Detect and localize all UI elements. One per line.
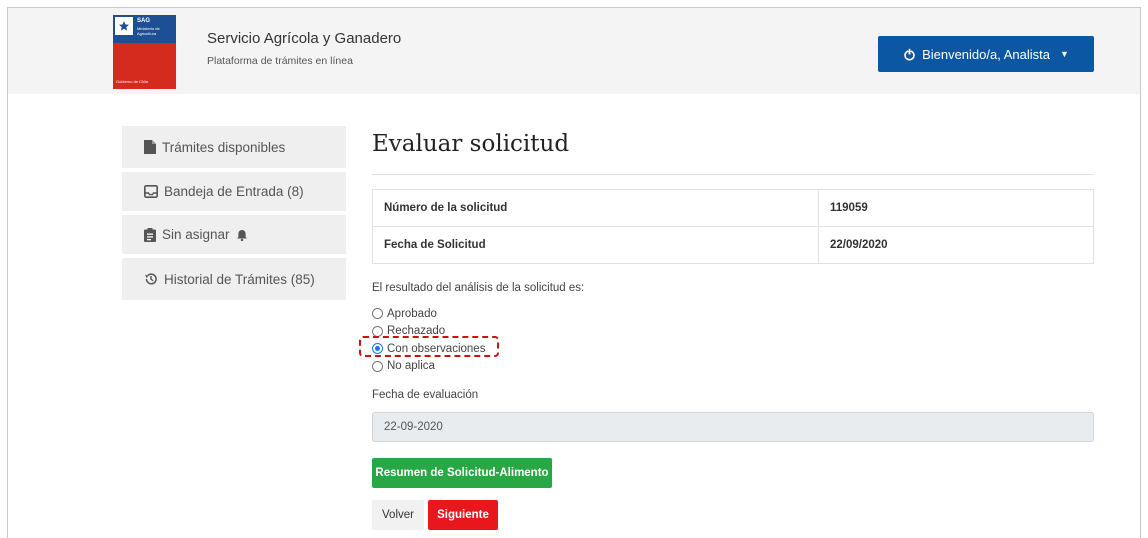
user-menu-button[interactable]: Bienvenido/a, Analista ▼: [878, 36, 1094, 72]
main-content: Evaluar solicitud Número de la solicitud…: [372, 126, 1094, 530]
request-summary-button[interactable]: Resumen de Solicitud-Alimento: [372, 458, 552, 488]
sidebar-item-label: Bandeja de Entrada (8): [164, 184, 304, 199]
radio-label: Aprobado: [387, 307, 437, 320]
sidebar-item-label: Trámites disponibles: [162, 139, 286, 155]
evaluation-date-label: Fecha de evaluación: [372, 389, 479, 401]
logo-acronym: SAG: [137, 18, 151, 24]
sag-logo: SAG Ministerio de Agricultura Gobierno d…: [113, 15, 176, 89]
bell-icon: [236, 229, 247, 241]
request-info-table: Número de la solicitud 119059 Fecha de S…: [372, 189, 1094, 264]
logo-ministry: Ministerio de Agricultura: [137, 26, 160, 36]
table-cell-label: Número de la solicitud: [372, 189, 819, 227]
radio-button[interactable]: [372, 360, 383, 372]
sidebar-item-historial[interactable]: Historial de Trámites (85): [122, 258, 346, 300]
power-icon: [904, 47, 915, 61]
sidebar-item-tramites-disponibles[interactable]: Trámites disponibles: [122, 126, 346, 168]
page-title: Evaluar solicitud: [372, 131, 570, 157]
back-button[interactable]: Volver: [372, 500, 424, 530]
table-cell-label: Fecha de Solicitud: [372, 226, 819, 264]
logo-government: Gobierno de Chile: [116, 79, 149, 84]
radio-label: No aplica: [387, 360, 435, 373]
sidebar-item-label: Historial de Trámites (85): [164, 271, 315, 287]
table-row: Fecha de Solicitud 22/09/2020: [372, 226, 1094, 264]
radio-option-no-aplica[interactable]: No aplica: [372, 358, 485, 376]
top-header: SAG Ministerio de Agricultura Gobierno d…: [8, 8, 1140, 94]
sidebar: Trámites disponibles Bandeja de Entrada …: [122, 126, 346, 304]
evaluation-date-field[interactable]: [372, 412, 1094, 442]
title-divider: [372, 174, 1094, 175]
logo-star-icon: [115, 17, 133, 35]
radio-option-aprobado[interactable]: Aprobado: [372, 305, 485, 323]
history-icon: [145, 273, 157, 285]
radio-button[interactable]: [372, 308, 383, 320]
table-row: Número de la solicitud 119059: [372, 189, 1094, 227]
table-cell-value: 119059: [818, 189, 1094, 227]
sidebar-item-sin-asignar[interactable]: Sin asignar: [122, 215, 346, 254]
clipboard-icon: [144, 227, 156, 242]
org-subtitle: Plataforma de trámites en línea: [207, 55, 353, 67]
inbox-icon: [144, 185, 158, 198]
org-name: Servicio Agrícola y Ganadero: [207, 30, 402, 47]
sidebar-item-bandeja-entrada[interactable]: Bandeja de Entrada (8): [122, 172, 346, 211]
table-cell-value: 22/09/2020: [818, 226, 1094, 264]
user-menu-label: Bienvenido/a, Analista: [922, 46, 1050, 62]
sidebar-item-label: Sin asignar: [162, 227, 230, 242]
result-question: El resultado del análisis de la solicitu…: [372, 282, 585, 294]
selection-highlight-box: [359, 336, 499, 357]
file-icon: [144, 140, 156, 154]
caret-down-icon: ▼: [1060, 49, 1069, 59]
next-button[interactable]: Siguiente: [428, 500, 498, 530]
